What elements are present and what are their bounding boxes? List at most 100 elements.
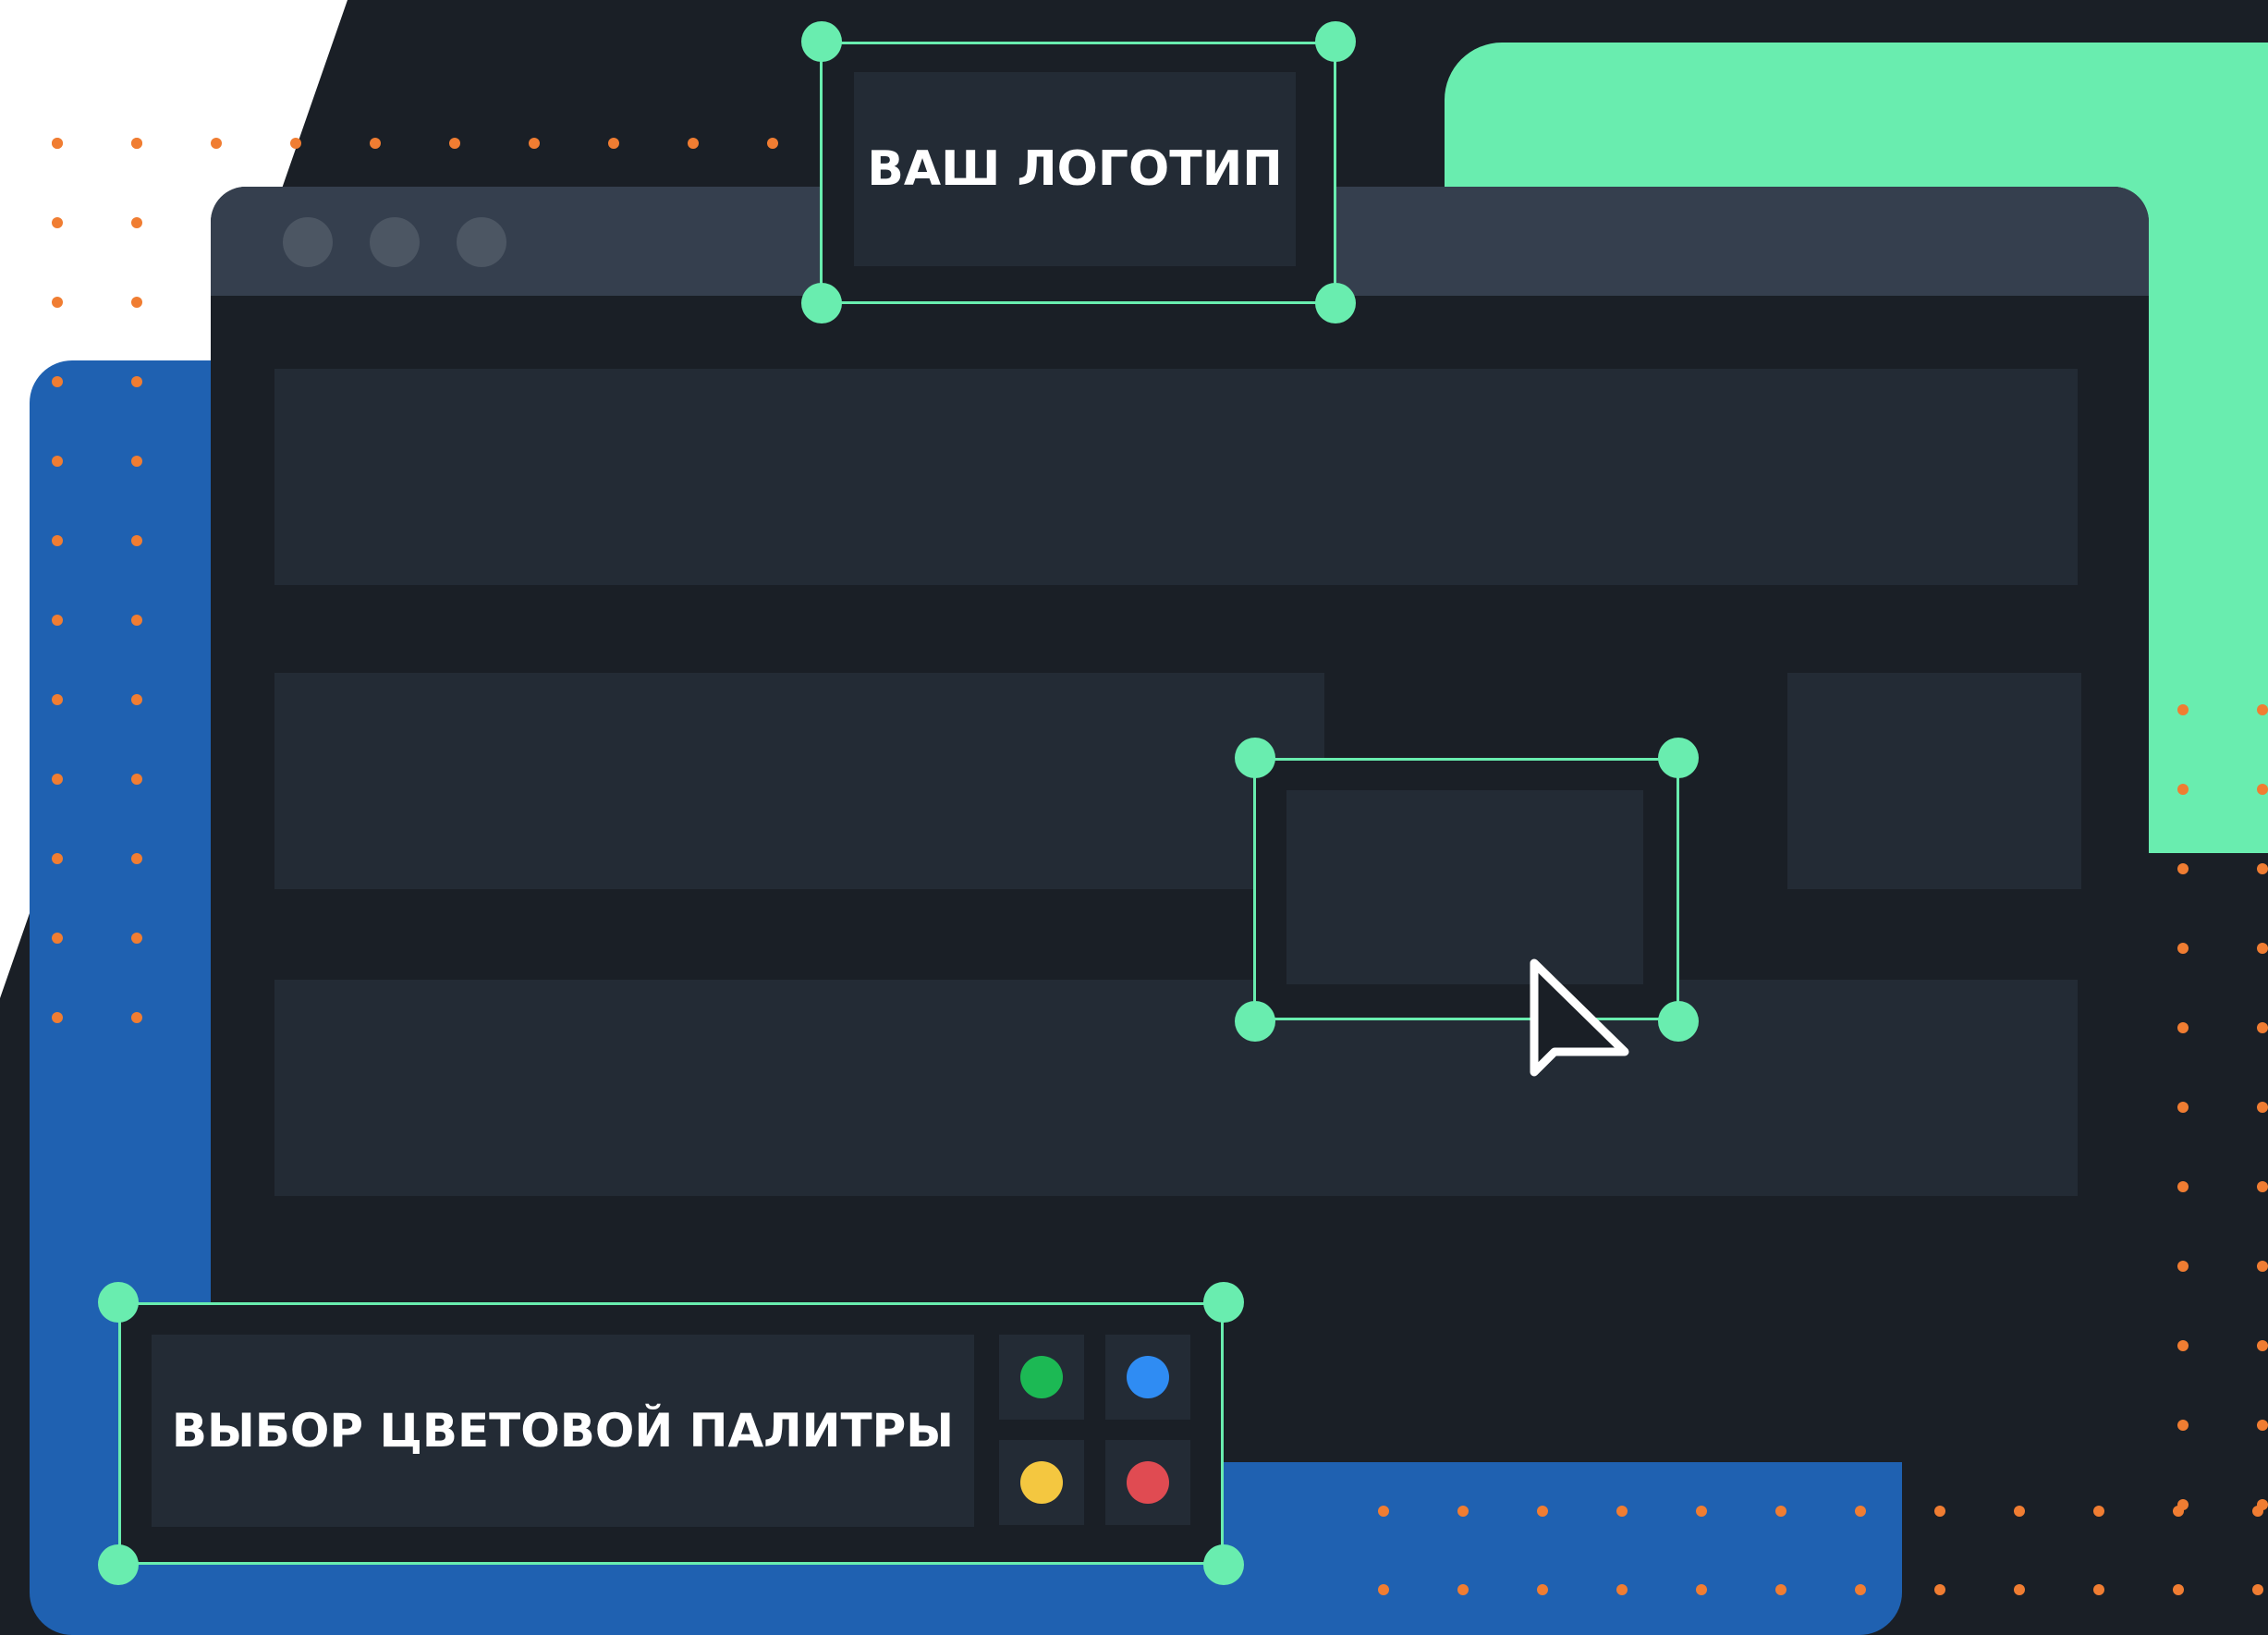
orange-dot bbox=[370, 138, 381, 149]
palette-picker[interactable]: ВЫБОР ЦВЕТОВОЙ ПАЛИТРЫ bbox=[98, 1282, 1244, 1587]
orange-dot bbox=[131, 297, 142, 308]
blue-swatch-icon bbox=[1127, 1356, 1169, 1398]
palette-picker-label: ВЫБОР ЦВЕТОВОЙ ПАЛИТРЫ bbox=[152, 1335, 974, 1527]
yellow-swatch-icon bbox=[1020, 1461, 1063, 1504]
content-block-footer bbox=[274, 980, 2078, 1196]
orange-dot bbox=[2177, 1102, 2189, 1113]
orange-dot bbox=[2252, 1506, 2263, 1517]
orange-dot bbox=[52, 853, 63, 864]
orange-dot bbox=[1775, 1506, 1786, 1517]
swatch-red[interactable] bbox=[1105, 1440, 1190, 1525]
orange-dot bbox=[2257, 1102, 2268, 1113]
logo-selection[interactable]: ВАШ ЛОГОТИП bbox=[801, 21, 1356, 326]
mouse-pointer-icon bbox=[1530, 958, 1629, 1077]
browser-window bbox=[211, 187, 2149, 1462]
selection-handle-icon[interactable] bbox=[801, 283, 842, 323]
orange-dot bbox=[1537, 1584, 1548, 1595]
selection-handle-icon[interactable] bbox=[1658, 1001, 1699, 1042]
orange-dot bbox=[2093, 1506, 2104, 1517]
selection-handle-icon[interactable] bbox=[98, 1544, 139, 1585]
orange-dot bbox=[2177, 1181, 2189, 1192]
orange-dot bbox=[2177, 704, 2189, 715]
orange-dot bbox=[608, 138, 619, 149]
orange-dot bbox=[2177, 1261, 2189, 1272]
orange-dot bbox=[131, 138, 142, 149]
orange-dot bbox=[2257, 784, 2268, 795]
orange-dot bbox=[2257, 1340, 2268, 1351]
orange-dot bbox=[449, 138, 460, 149]
orange-dot bbox=[1616, 1506, 1628, 1517]
orange-dot bbox=[2257, 704, 2268, 715]
orange-dot bbox=[1457, 1506, 1469, 1517]
swatch-blue[interactable] bbox=[1105, 1335, 1190, 1420]
orange-dot bbox=[2257, 1181, 2268, 1192]
orange-dot bbox=[2257, 1022, 2268, 1033]
orange-dot bbox=[2173, 1506, 2184, 1517]
orange-dot bbox=[52, 297, 63, 308]
orange-dot bbox=[1696, 1506, 1707, 1517]
orange-dot bbox=[1378, 1584, 1389, 1595]
orange-dot bbox=[131, 217, 142, 228]
window-control-icon[interactable] bbox=[370, 217, 420, 267]
selection-handle-icon[interactable] bbox=[1315, 283, 1356, 323]
orange-dot bbox=[131, 376, 142, 387]
selection-handle-icon[interactable] bbox=[1315, 21, 1356, 62]
selection-handle-icon[interactable] bbox=[1203, 1544, 1244, 1585]
orange-dot bbox=[52, 1012, 63, 1023]
orange-dot bbox=[2257, 943, 2268, 954]
orange-dot bbox=[131, 1012, 142, 1023]
orange-dot bbox=[290, 138, 301, 149]
orange-dot bbox=[2014, 1584, 2025, 1595]
orange-dot bbox=[52, 456, 63, 467]
illustration-stage: ВАШ ЛОГОТИП ВЫБОР ЦВЕТОВОЙ ПАЛИТРЫ bbox=[0, 0, 2268, 1635]
orange-dot bbox=[1537, 1506, 1548, 1517]
orange-dot bbox=[131, 853, 142, 864]
selection-handle-icon[interactable] bbox=[1235, 1001, 1275, 1042]
selection-handle-icon[interactable] bbox=[98, 1282, 139, 1323]
orange-dot bbox=[131, 615, 142, 626]
orange-dot bbox=[52, 615, 63, 626]
orange-dot bbox=[2093, 1584, 2104, 1595]
orange-dot bbox=[1855, 1584, 1866, 1595]
orange-dot bbox=[1934, 1506, 1945, 1517]
orange-dot bbox=[1775, 1584, 1786, 1595]
orange-dot bbox=[1696, 1584, 1707, 1595]
selection-handle-icon[interactable] bbox=[801, 21, 842, 62]
orange-dot bbox=[2252, 1584, 2263, 1595]
orange-dot bbox=[2257, 1420, 2268, 1431]
logo-placeholder-label[interactable]: ВАШ ЛОГОТИП bbox=[854, 72, 1296, 266]
orange-dot bbox=[52, 694, 63, 705]
orange-dot bbox=[131, 535, 142, 546]
green-swatch-icon bbox=[1020, 1356, 1063, 1398]
selection-handle-icon[interactable] bbox=[1235, 738, 1275, 778]
orange-dot bbox=[2177, 863, 2189, 874]
orange-dot bbox=[2177, 1340, 2189, 1351]
orange-dot bbox=[1616, 1584, 1628, 1595]
orange-dot bbox=[2177, 943, 2189, 954]
selection-handle-icon[interactable] bbox=[1658, 738, 1699, 778]
swatch-green[interactable] bbox=[999, 1335, 1084, 1420]
orange-dot bbox=[52, 217, 63, 228]
orange-dot bbox=[1855, 1506, 1866, 1517]
orange-dot bbox=[52, 376, 63, 387]
window-control-icon[interactable] bbox=[457, 217, 506, 267]
orange-dot bbox=[2173, 1584, 2184, 1595]
selection-handle-icon[interactable] bbox=[1203, 1282, 1244, 1323]
orange-dot bbox=[52, 933, 63, 944]
orange-dot bbox=[52, 138, 63, 149]
orange-dot bbox=[1934, 1584, 1945, 1595]
orange-dot bbox=[131, 774, 142, 785]
orange-dot bbox=[52, 535, 63, 546]
orange-dot bbox=[131, 456, 142, 467]
content-block-left bbox=[274, 673, 1324, 889]
content-block-header bbox=[274, 369, 2078, 585]
orange-dot bbox=[2177, 1022, 2189, 1033]
orange-dot bbox=[131, 933, 142, 944]
orange-dot bbox=[529, 138, 540, 149]
orange-dot bbox=[2014, 1506, 2025, 1517]
orange-dot bbox=[2177, 1420, 2189, 1431]
swatch-yellow[interactable] bbox=[999, 1440, 1084, 1525]
window-control-icon[interactable] bbox=[283, 217, 333, 267]
orange-dot bbox=[2257, 863, 2268, 874]
content-block-right bbox=[1787, 673, 2081, 889]
